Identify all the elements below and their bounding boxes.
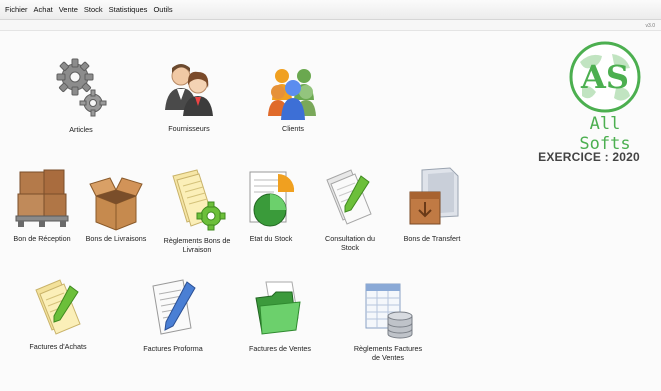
menu-fichier[interactable]: Fichier	[0, 0, 31, 19]
tile-factures-ventes[interactable]: Factures de Ventes	[248, 278, 312, 353]
tile-label: Etat du Stock	[249, 234, 293, 243]
menu-bar: Fichier Achat Vente Stock Statistiques O…	[0, 0, 661, 20]
clients-icon	[268, 69, 316, 120]
tile-label: Bons de Livraisons	[85, 234, 147, 243]
tile-bons-transfert[interactable]: Bons de Transfert	[402, 166, 462, 243]
tile-fournisseurs[interactable]: Fournisseurs	[155, 58, 223, 133]
tile-reglements-factures[interactable]: Règlements Factures de Ventes	[350, 280, 426, 362]
logo-initials: AS	[580, 58, 629, 96]
invoice-pen-icon	[152, 279, 196, 335]
folder-box-icon	[409, 167, 459, 225]
tile-label: Factures de Ventes	[249, 344, 311, 353]
tile-label: Règlements Bons de Livraison	[163, 236, 231, 254]
tile-articles[interactable]: Articles	[50, 55, 112, 134]
as-globe-logo: AS	[569, 41, 641, 113]
menu-outils[interactable]: Outils	[150, 0, 175, 19]
tile-label: Fournisseurs	[168, 124, 210, 133]
tile-bon-reception[interactable]: Bon de Réception	[10, 166, 74, 243]
tile-label: Bons de Transfert	[403, 234, 461, 243]
brand-name: All Softs	[579, 114, 631, 154]
documents-gear-icon	[172, 169, 226, 231]
tile-label: Articles	[69, 125, 93, 134]
notepad-pen-icon	[35, 279, 81, 335]
version-label: v3.0	[645, 23, 655, 29]
gears-icon	[56, 58, 107, 117]
tile-clients[interactable]: Clients	[264, 64, 322, 133]
report-chart-icon	[249, 171, 295, 227]
tile-label: Bon de Réception	[13, 234, 71, 243]
company-logo: AS All Softs	[560, 40, 650, 154]
tile-factures-achats[interactable]: Factures d'Achats	[26, 276, 90, 351]
menu-stock[interactable]: Stock	[81, 0, 106, 19]
database-sheet-icon	[365, 283, 413, 339]
document-pen-icon	[326, 169, 372, 225]
suppliers-icon	[165, 64, 213, 116]
tile-factures-proforma[interactable]: Factures Proforma	[138, 276, 208, 353]
tile-bons-livraisons[interactable]: Bons de Livraisons	[84, 172, 148, 243]
tile-label: Clients	[282, 124, 304, 133]
menu-statistiques[interactable]: Statistiques	[106, 0, 151, 19]
tile-label: Factures Proforma	[143, 344, 203, 353]
tile-etat-stock[interactable]: Etat du Stock	[243, 168, 299, 243]
tile-reglements-bl[interactable]: Règlements Bons de Livraison	[162, 166, 232, 254]
pallet-boxes-icon	[15, 169, 69, 227]
tile-consultation-stock[interactable]: Consultation du Stock	[316, 166, 384, 252]
menu-achat[interactable]: Achat	[31, 0, 56, 19]
exercise-year: EXERCICE : 2020	[538, 150, 640, 164]
tile-label: Factures d'Achats	[29, 342, 87, 351]
tile-label: Règlements Factures de Ventes	[353, 344, 423, 362]
green-folder-icon	[255, 281, 301, 335]
menu-vente[interactable]: Vente	[56, 0, 81, 19]
open-box-icon	[89, 177, 143, 231]
tile-label: Consultation du Stock	[325, 234, 375, 252]
